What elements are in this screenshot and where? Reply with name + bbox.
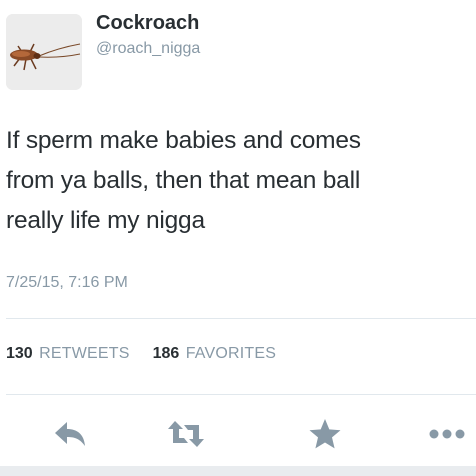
favorites-count: 186 bbox=[152, 345, 180, 362]
retweets-stat[interactable]: 130 RETWEETS bbox=[6, 345, 134, 362]
retweet-button[interactable] bbox=[164, 412, 208, 456]
favorites-stat[interactable]: 186 FAVORITES bbox=[153, 345, 277, 362]
tweet-timestamp[interactable]: 7/25/15, 7:16 PM bbox=[6, 274, 128, 292]
favorite-button[interactable] bbox=[303, 412, 347, 456]
more-button[interactable] bbox=[427, 412, 467, 456]
divider bbox=[6, 318, 476, 319]
more-icon bbox=[429, 429, 465, 439]
tweet-text-line: from ya balls, then that mean ball bbox=[6, 167, 361, 194]
reply-icon bbox=[55, 422, 85, 446]
user-handle[interactable]: @roach_nigga bbox=[96, 40, 200, 58]
display-name[interactable]: Cockroach bbox=[96, 12, 199, 35]
retweet-icon bbox=[168, 421, 204, 447]
tweet-stats: 130 RETWEETS 186 FAVORITES bbox=[6, 345, 276, 363]
tweet-card: Cockroach @roach_nigga If sperm make bab… bbox=[0, 0, 476, 476]
favorites-label: FAVORITES bbox=[185, 345, 277, 362]
cockroach-icon bbox=[6, 14, 82, 90]
tweet-text: If sperm make babies and comes from ya b… bbox=[6, 121, 474, 241]
star-icon bbox=[309, 419, 341, 449]
retweets-count: 130 bbox=[6, 345, 33, 362]
reply-button[interactable] bbox=[48, 412, 92, 456]
retweets-label: RETWEETS bbox=[39, 345, 130, 362]
bottom-bar bbox=[0, 466, 476, 476]
divider bbox=[6, 394, 476, 395]
tweet-text-line: really life my nigga bbox=[6, 207, 205, 234]
avatar[interactable] bbox=[6, 14, 82, 90]
tweet-actions bbox=[0, 412, 476, 456]
tweet-text-line: If sperm make babies and comes bbox=[6, 127, 361, 154]
